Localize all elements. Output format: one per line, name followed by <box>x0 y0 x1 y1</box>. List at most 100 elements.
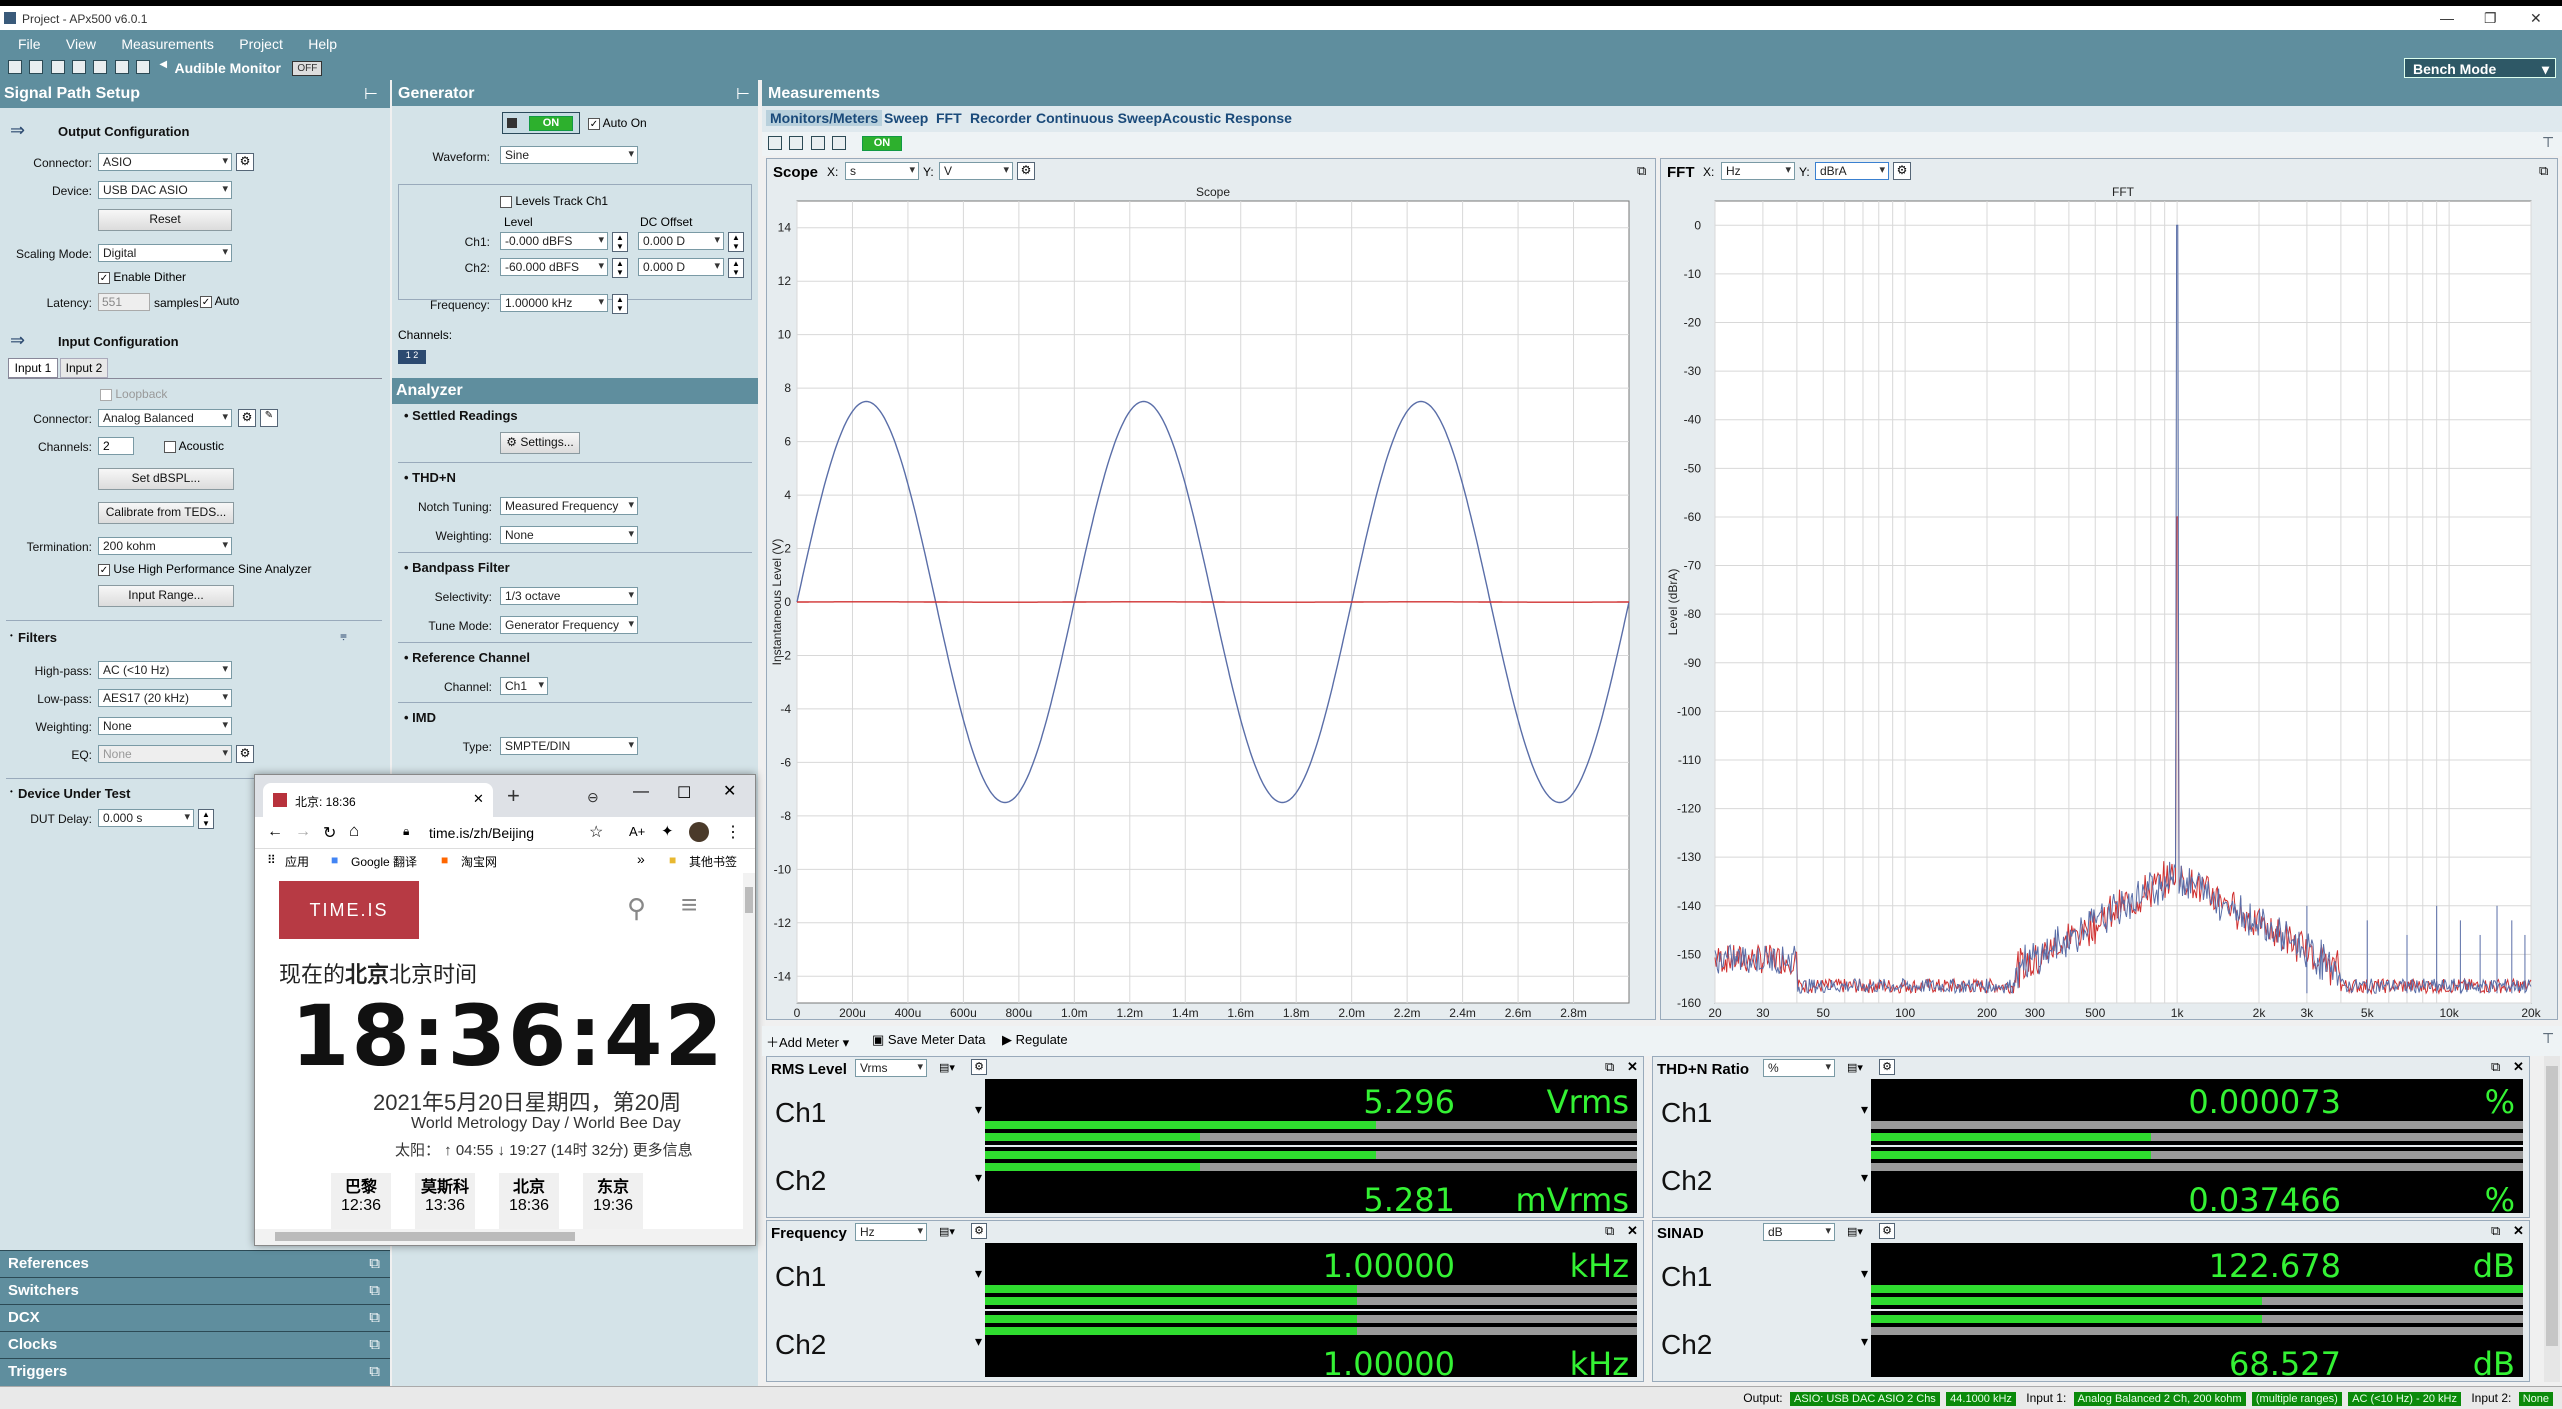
more-bookmarks-icon[interactable]: » <box>637 851 645 867</box>
chevron-down-icon[interactable]: ▾ <box>975 1169 982 1186</box>
bookmark-taobao[interactable]: 淘宝网 <box>461 853 497 870</box>
dut-delay-field[interactable]: 0.000 s <box>98 809 194 827</box>
scope-x-select[interactable]: s <box>845 162 919 180</box>
chevron-down-icon[interactable]: ▾ <box>1861 1265 1868 1282</box>
popout-icon[interactable]: ⧉ <box>1605 1223 1614 1239</box>
minimize-icon[interactable]: — <box>633 783 649 801</box>
back-icon[interactable]: ← <box>267 823 283 841</box>
meter-unit-select[interactable]: % <box>1763 1059 1835 1077</box>
channel-select[interactable]: Ch1 <box>500 677 548 695</box>
eq-select[interactable]: None <box>98 745 232 763</box>
enable-dither-checkbox[interactable]: ✓ Enable Dither <box>98 270 186 284</box>
levels-track-checkbox[interactable]: Levels Track Ch1 <box>500 194 608 208</box>
nav-references[interactable]: References ⧉ <box>0 1250 390 1277</box>
translate-icon[interactable]: A+ <box>629 824 645 839</box>
pin-icon[interactable]: ⊢ <box>364 84 378 104</box>
termination-select[interactable]: 200 kohm <box>98 537 232 555</box>
check-icon[interactable] <box>136 60 151 74</box>
popout-icon[interactable]: ⧉ <box>1637 163 1646 179</box>
restore-icon[interactable]: ❐ <box>2484 10 2497 27</box>
tab-acoustic-response[interactable]: Acoustic Response <box>1162 110 1292 126</box>
menu-measurements[interactable]: Measurements <box>121 36 214 52</box>
tab-continuous-sweep[interactable]: Continuous Sweep <box>1036 110 1162 126</box>
meter-unit-select[interactable]: Vrms <box>855 1059 927 1077</box>
channels-spinner[interactable]: 2 <box>98 437 134 455</box>
chevron-down-icon[interactable]: ▾ <box>1861 1333 1868 1350</box>
save-meter-button[interactable]: ▣ Save Meter Data <box>872 1032 985 1048</box>
ch1-level-spinner[interactable]: ▲ ▼ <box>612 232 628 252</box>
menu-view[interactable]: View <box>66 36 96 52</box>
fft-x-select[interactable]: Hz <box>1721 162 1795 180</box>
view-icon[interactable] <box>768 136 782 150</box>
waveform-select[interactable]: Sine <box>500 146 638 164</box>
input-connector-select[interactable]: Analog Balanced <box>98 409 232 427</box>
gear-icon[interactable]: ⚙ <box>236 153 254 171</box>
dut-delay-spinner[interactable]: ▲ ▼ <box>198 809 214 829</box>
gear-icon[interactable]: ⚙ <box>971 1223 987 1239</box>
tab-recorder[interactable]: Recorder <box>970 110 1031 126</box>
chevron-down-icon[interactable]: ▾ <box>1861 1101 1868 1118</box>
device-select[interactable]: USB DAC ASIO <box>98 181 232 199</box>
close-icon[interactable]: ✕ <box>1627 1059 1638 1075</box>
gear-icon[interactable]: ⚙ <box>1017 162 1035 180</box>
gear-icon[interactable]: ⚙ <box>971 1059 987 1075</box>
set-dbspl-button[interactable]: Set dBSPL... <box>98 468 234 490</box>
generator-toggle[interactable]: ON <box>502 112 580 134</box>
menu-project[interactable]: Project <box>239 36 283 52</box>
input-range-button[interactable]: Input Range... <box>98 585 234 607</box>
ch1-level-field[interactable]: -0.000 dBFS <box>500 232 608 250</box>
frequency-field[interactable]: 1.00000 kHz <box>500 294 608 312</box>
close-icon[interactable]: ✕ <box>2513 1059 2524 1075</box>
weight-select[interactable]: None <box>500 526 638 544</box>
chevron-down-icon[interactable]: ▾ <box>975 1333 982 1350</box>
search-icon[interactable]: ⚲ <box>627 893 646 924</box>
tab-monitors-meters[interactable]: Monitors/Meters <box>766 110 883 126</box>
new-icon[interactable] <box>8 60 22 74</box>
gear-icon[interactable]: ⚙ <box>1893 162 1911 180</box>
popout-icon[interactable]: ⧉ <box>1605 1059 1614 1075</box>
bench-mode-select[interactable]: Bench Mode ▾ <box>2404 58 2556 78</box>
channel-selector[interactable]: 1 2 <box>398 350 426 364</box>
chevron-down-icon[interactable]: ▾ <box>975 1101 982 1118</box>
audible-monitor-toggle[interactable]: OFF <box>292 61 323 76</box>
settings-button[interactable]: ⚙ Settings... <box>500 432 580 454</box>
close-tab-icon[interactable]: ✕ <box>473 791 484 807</box>
graph-icon[interactable] <box>832 136 847 150</box>
ch2-dc-spinner[interactable]: ▲ ▼ <box>728 258 744 278</box>
nav-clocks[interactable]: Clocks ⧉ <box>0 1331 390 1358</box>
popout-icon[interactable]: ⧉ <box>2539 163 2548 179</box>
weighting-select[interactable]: None <box>98 717 232 735</box>
browser-tab[interactable]: 北京: 18:36 ✕ <box>263 783 493 817</box>
gear-icon[interactable]: ⚙ <box>1879 1223 1895 1239</box>
city-card[interactable]: 巴黎 12:36 <box>331 1173 391 1229</box>
maximize-icon[interactable]: ☐ <box>677 783 691 803</box>
city-card[interactable]: 东京 19:36 <box>583 1173 643 1229</box>
close-icon[interactable]: ✕ <box>2530 10 2542 27</box>
tab-input-2[interactable]: Input 2 <box>60 358 108 378</box>
latency-auto-checkbox[interactable]: ✓ Auto <box>200 294 239 308</box>
gear-icon[interactable]: ⚙ <box>238 409 256 427</box>
scope-chart[interactable]: Scope14121086420-2-4-6-8-10-12-140 200u 40… <box>769 185 1653 1017</box>
chevron-down-icon[interactable]: ▾ <box>1861 1169 1868 1186</box>
meter-options-icon[interactable]: ▤▾ <box>939 1225 955 1238</box>
gear-icon[interactable]: ⚙ <box>1879 1059 1895 1075</box>
bookmark-google[interactable]: Google 翻译 <box>351 853 417 870</box>
connector-select[interactable]: ASIO <box>98 153 232 171</box>
export-icon[interactable] <box>789 136 804 150</box>
highpass-select[interactable]: AC (<10 Hz) <box>98 661 232 679</box>
add-meter-button[interactable]: ＋Add Meter ▾ <box>766 1032 849 1051</box>
selectivity-select[interactable]: 1/3 octave <box>500 587 638 605</box>
home-icon[interactable]: ⌂ <box>349 821 359 841</box>
loopback-checkbox[interactable]: Loopback <box>100 387 167 401</box>
city-card[interactable]: 北京 18:36 <box>499 1173 559 1229</box>
tab-input-1[interactable]: Input 1 <box>8 358 58 378</box>
fft-y-select[interactable]: dBrA <box>1815 162 1889 180</box>
pin-icon[interactable]: ⊤ <box>2542 134 2554 151</box>
browser-vscrollbar[interactable] <box>743 873 755 1229</box>
avatar[interactable] <box>689 822 709 842</box>
browser-hscrollbar[interactable] <box>255 1229 755 1245</box>
meter-unit-select[interactable]: Hz <box>855 1223 927 1241</box>
latency-field[interactable]: 551 <box>98 293 150 311</box>
gear-icon[interactable]: ⚙ <box>236 745 254 763</box>
monitor-on-indicator[interactable]: ON <box>862 136 902 151</box>
